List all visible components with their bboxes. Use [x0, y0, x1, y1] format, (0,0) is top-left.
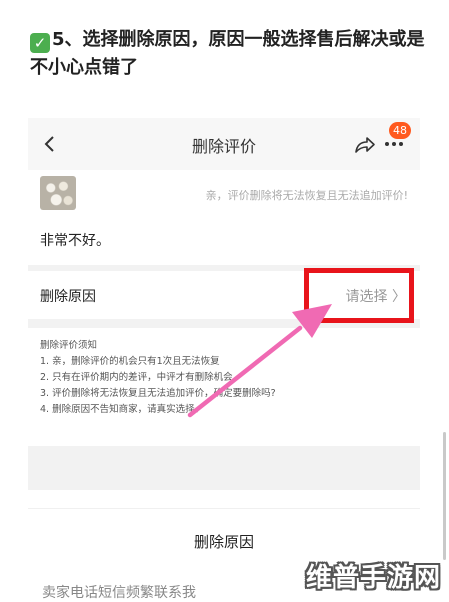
- review-card: 亲，评价删除将无法恢复且无法追加评价! 非常不好。: [28, 170, 420, 265]
- notice-item: 2. 只有在评价期内的差评，中评才有删除机会: [40, 372, 233, 383]
- reason-option[interactable]: 卖家电话短信频繁联系我: [42, 582, 196, 602]
- share-icon[interactable]: [353, 134, 377, 156]
- phone-screenshot: 删除评价 48 亲，评价删除将无法恢复且无法追加评价! 非常不好。 删除原因 请…: [28, 118, 420, 490]
- watermark: 维普手游网: [305, 563, 441, 593]
- review-text: 非常不好。: [40, 233, 110, 249]
- highlight-box: [304, 268, 414, 323]
- more-icon[interactable]: [385, 142, 407, 148]
- notification-badge: 48: [389, 122, 411, 139]
- nav-bar: 删除评价 48: [28, 118, 420, 170]
- notice-item: 3. 评价删除将无法恢复且无法追加评价，确定要删除吗?: [40, 388, 276, 399]
- notice-item: 1. 亲，删除评价的机会只有1次且无法恢复: [40, 356, 220, 367]
- scrollbar[interactable]: [443, 432, 446, 560]
- delete-notice: 删除评价须知 1. 亲，删除评价的机会只有1次且无法恢复 2. 只有在评价期内的…: [28, 328, 420, 446]
- checkmark-icon: ✓: [30, 33, 50, 53]
- delete-reason-label: 删除原因: [40, 289, 96, 305]
- delete-warning: 亲，评价删除将无法恢复且无法追加评价!: [205, 189, 408, 202]
- notice-title: 删除评价须知: [40, 340, 98, 351]
- sheet-title: 删除原因: [193, 533, 254, 551]
- product-thumbnail: [40, 176, 76, 210]
- step-heading-text: 5、选择删除原因，原因一般选择售后解决或是不小心点错了: [30, 29, 425, 78]
- notice-item: 4. 删除原因不告知商家，请真实选择。: [40, 404, 205, 415]
- step-heading: ✓ 5、选择删除原因，原因一般选择售后解决或是不小心点错了: [30, 26, 430, 82]
